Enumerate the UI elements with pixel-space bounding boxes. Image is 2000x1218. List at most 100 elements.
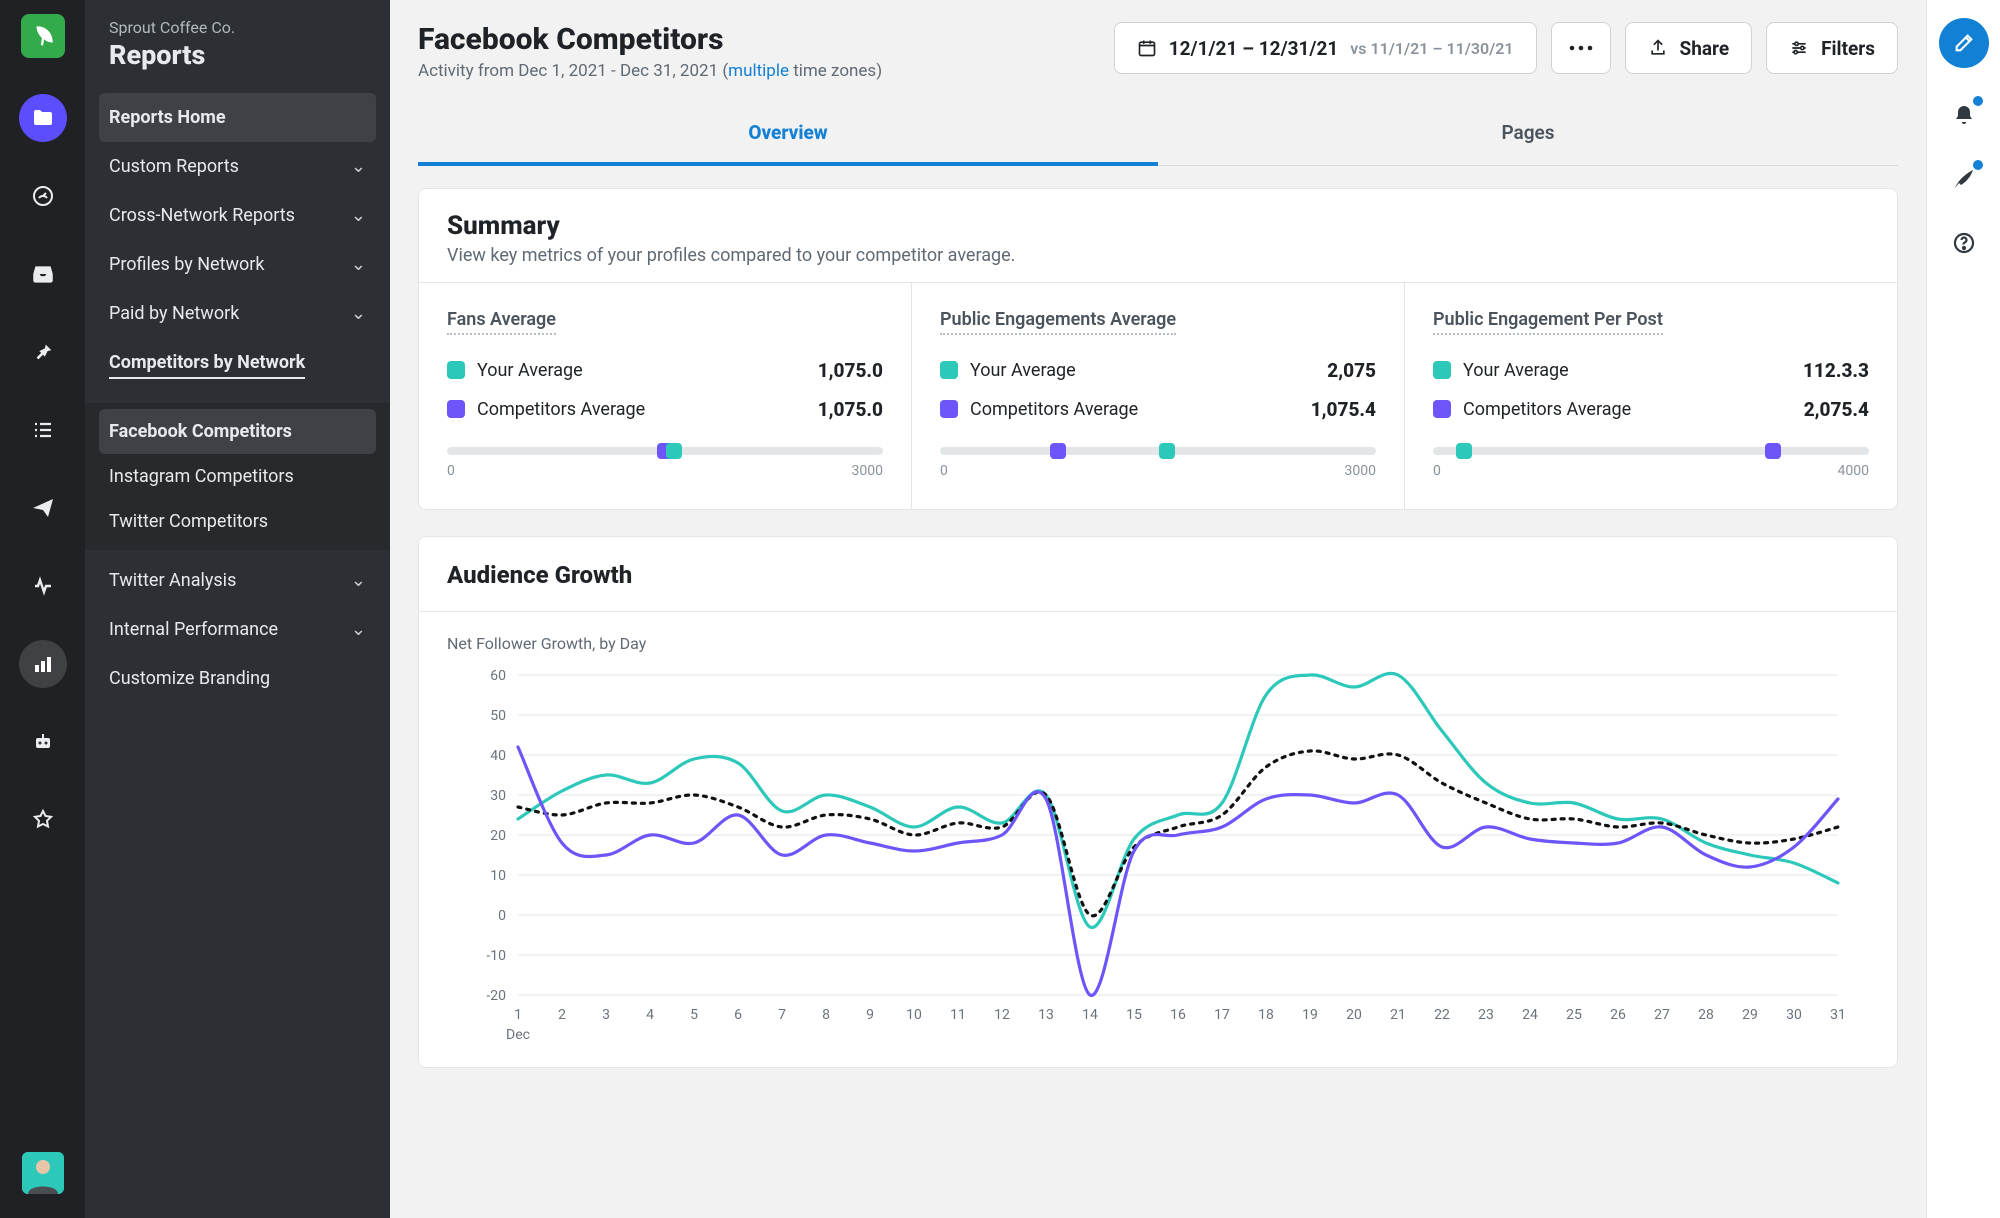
range-thumb-comp[interactable] (1765, 443, 1781, 459)
sliders-icon (1789, 38, 1809, 58)
sidebar-twitter-competitors[interactable]: Twitter Competitors (99, 499, 376, 544)
svg-text:19: 19 (1302, 1007, 1318, 1023)
main-content: Facebook Competitors Activity from Dec 1… (390, 0, 1926, 1218)
nav-dashboard-icon[interactable] (19, 172, 67, 220)
compose-fab[interactable] (1939, 18, 1989, 68)
svg-text:7: 7 (778, 1007, 786, 1023)
leaf-icon (30, 23, 56, 49)
svg-text:18: 18 (1258, 1007, 1274, 1023)
page-subtitle: Activity from Dec 1, 2021 - Dec 31, 2021… (418, 61, 882, 81)
sidebar-reports-home[interactable]: Reports Home (99, 93, 376, 142)
nav-list-icon[interactable] (19, 406, 67, 454)
notification-dot (1973, 160, 1983, 170)
help-button[interactable] (1947, 226, 1981, 260)
svg-text:13: 13 (1038, 1007, 1054, 1023)
metric-column: Public Engagements Average Your Average … (912, 283, 1405, 509)
sidebar-competitors-by-network[interactable]: Competitors by Network (99, 338, 376, 393)
org-name: Sprout Coffee Co. (109, 18, 366, 37)
range-thumb-your[interactable] (666, 443, 682, 459)
range-max: 3000 (1345, 463, 1376, 479)
nav-pulse-icon[interactable] (19, 562, 67, 610)
svg-text:16: 16 (1170, 1007, 1186, 1023)
topbar: Facebook Competitors Activity from Dec 1… (390, 0, 1926, 95)
audience-title: Audience Growth (419, 537, 1897, 591)
sidebar-internal-performance[interactable]: Internal Performance⌄ (99, 605, 376, 654)
sidebar-customize-branding[interactable]: Customize Branding (99, 654, 376, 703)
page-title: Facebook Competitors (418, 22, 882, 57)
svg-text:10: 10 (490, 868, 506, 884)
your-value: 2,075 (1327, 359, 1376, 382)
svg-text:12: 12 (994, 1007, 1010, 1023)
metric-range: 0 3000 (447, 447, 883, 479)
svg-text:21: 21 (1390, 1007, 1406, 1023)
comp-label: Competitors Average (477, 399, 645, 420)
tab-pages[interactable]: Pages (1158, 105, 1898, 165)
comp-swatch (1433, 400, 1451, 418)
svg-text:25: 25 (1566, 1007, 1582, 1023)
date-range-button[interactable]: 12/1/21 – 12/31/21 vs 11/1/21 – 11/30/21 (1114, 22, 1537, 74)
feedback-button[interactable] (1947, 162, 1981, 196)
your-label: Your Average (970, 360, 1076, 381)
calendar-icon (1137, 38, 1157, 58)
svg-text:5: 5 (690, 1007, 698, 1023)
svg-text:17: 17 (1214, 1007, 1230, 1023)
sidebar-custom-reports[interactable]: Custom Reports⌄ (99, 142, 376, 191)
your-swatch (940, 361, 958, 379)
svg-text:20: 20 (490, 828, 506, 844)
range-thumb-your[interactable] (1456, 443, 1472, 459)
audience-subtitle: Net Follower Growth, by Day (419, 630, 1897, 665)
sidebar-twitter-analysis[interactable]: Twitter Analysis⌄ (99, 556, 376, 605)
user-avatar[interactable] (22, 1152, 64, 1194)
sprout-logo[interactable] (21, 14, 65, 58)
summary-title: Summary (447, 211, 1869, 241)
svg-text:6: 6 (734, 1007, 742, 1023)
nav-folder-icon[interactable] (19, 94, 67, 142)
reports-sidebar: Sprout Coffee Co. Reports Reports Home C… (85, 0, 390, 1218)
svg-text:11: 11 (950, 1007, 966, 1023)
tab-overview[interactable]: Overview (418, 105, 1158, 166)
sidebar-cross-network[interactable]: Cross-Network Reports⌄ (99, 191, 376, 240)
svg-text:28: 28 (1698, 1007, 1714, 1023)
sidebar-instagram-competitors[interactable]: Instagram Competitors (99, 454, 376, 499)
svg-text:27: 27 (1654, 1007, 1670, 1023)
comp-label: Competitors Average (1463, 399, 1631, 420)
chevron-down-icon: ⌄ (351, 205, 366, 226)
svg-text:29: 29 (1742, 1007, 1758, 1023)
svg-text:31: 31 (1830, 1007, 1846, 1023)
nav-send-icon[interactable] (19, 484, 67, 532)
filters-button[interactable]: Filters (1766, 22, 1898, 74)
tabs: Overview Pages (418, 105, 1898, 166)
nav-pin-icon[interactable] (19, 328, 67, 376)
svg-text:50: 50 (490, 708, 506, 724)
sidebar-facebook-competitors[interactable]: Facebook Competitors (99, 409, 376, 454)
svg-text:15: 15 (1126, 1007, 1142, 1023)
timezones-link[interactable]: multiple (728, 61, 789, 81)
svg-text:1: 1 (514, 1007, 522, 1023)
share-button[interactable]: Share (1625, 22, 1753, 74)
nav-bot-icon[interactable] (19, 718, 67, 766)
share-icon (1648, 38, 1668, 58)
your-swatch (447, 361, 465, 379)
chevron-down-icon: ⌄ (351, 619, 366, 640)
sidebar-paid-by-network[interactable]: Paid by Network⌄ (99, 289, 376, 338)
comp-swatch (447, 400, 465, 418)
range-max: 3000 (852, 463, 883, 479)
notifications-button[interactable] (1947, 98, 1981, 132)
more-button[interactable] (1551, 22, 1611, 74)
svg-text:-10: -10 (486, 948, 506, 964)
right-rail (1926, 0, 2000, 1218)
nav-star-icon[interactable] (19, 796, 67, 844)
metric-range: 04000 (1433, 447, 1869, 479)
nav-inbox-icon[interactable] (19, 250, 67, 298)
range-thumb-comp[interactable] (1050, 443, 1066, 459)
svg-text:14: 14 (1082, 1007, 1098, 1023)
your-value: 112.3.3 (1803, 359, 1869, 382)
nav-bar-chart-icon[interactable] (19, 640, 67, 688)
range-thumb-your[interactable] (1159, 443, 1175, 459)
growth-chart: -20-100102030405060123456789101112131415… (445, 665, 1871, 1045)
svg-text:2: 2 (558, 1007, 566, 1023)
sidebar-profiles-by-network[interactable]: Profiles by Network⌄ (99, 240, 376, 289)
svg-text:30: 30 (1786, 1007, 1802, 1023)
metric-name: Fans Average (447, 309, 556, 335)
range-min: 0 (447, 463, 455, 479)
